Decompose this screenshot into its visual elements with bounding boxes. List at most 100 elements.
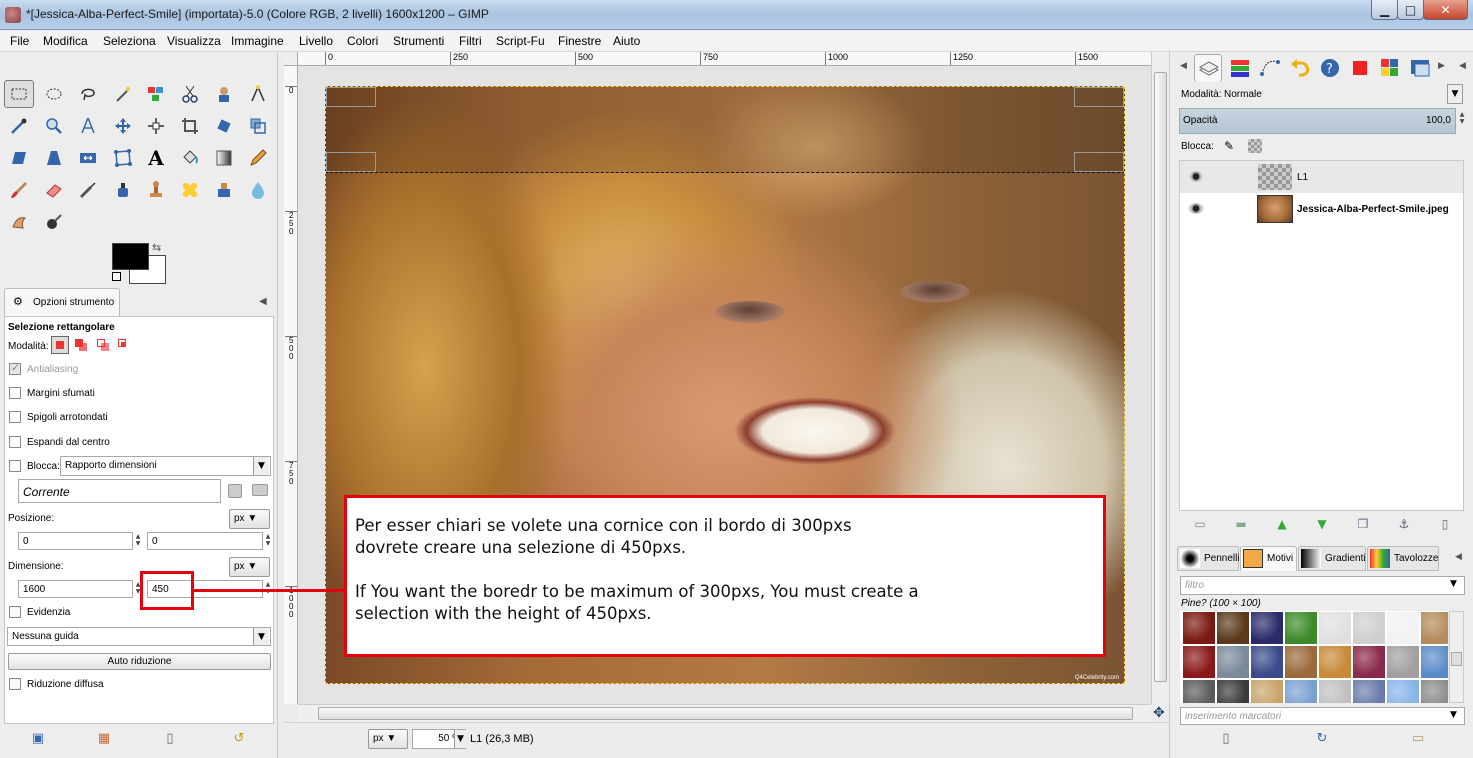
opacity-spinner[interactable]: ▲ ▼ xyxy=(1458,111,1466,125)
pattern-swatch[interactable] xyxy=(1183,680,1215,703)
mode-subtract-button[interactable] xyxy=(94,336,112,354)
landscape-icon[interactable] xyxy=(252,484,268,496)
swap-colors-icon[interactable]: ⇆ xyxy=(152,241,161,254)
select-by-color-tool-icon[interactable] xyxy=(141,80,171,108)
tab-channels[interactable] xyxy=(1226,54,1254,82)
pattern-scroll-thumb[interactable] xyxy=(1451,652,1462,666)
mode-intersect-button[interactable] xyxy=(115,336,133,354)
visibility-eye-icon[interactable] xyxy=(1188,171,1204,182)
eraser-tool-icon[interactable] xyxy=(39,176,69,204)
tab-layers[interactable] xyxy=(1194,54,1222,82)
scissors-tool-icon[interactable] xyxy=(175,80,205,108)
pattern-swatch[interactable] xyxy=(1387,612,1419,644)
zoom-tool-icon[interactable] xyxy=(39,112,69,140)
rounded-corners-checkbox[interactable] xyxy=(9,411,21,423)
maximize-button[interactable]: □ xyxy=(1397,0,1424,20)
status-unit-select[interactable]: px ▼ xyxy=(368,729,408,749)
height-spinner[interactable]: ▲▼ xyxy=(264,581,272,595)
menu-aiuto[interactable]: Aiuto xyxy=(613,34,640,48)
rectangle-selection[interactable] xyxy=(325,86,1125,173)
pattern-swatch[interactable] xyxy=(1319,646,1351,678)
selection-handle-bottom-left[interactable] xyxy=(326,152,376,172)
anchor-layer-icon[interactable]: ⚓ xyxy=(1396,517,1412,533)
pattern-swatch[interactable] xyxy=(1387,680,1419,703)
menu-seleziona[interactable]: Seleziona xyxy=(103,34,156,48)
move-tool-icon[interactable] xyxy=(108,112,138,140)
perspective-tool-icon[interactable] xyxy=(39,144,69,172)
pattern-swatch[interactable] xyxy=(1319,680,1351,703)
expand-from-center-checkbox[interactable] xyxy=(9,436,21,448)
lasso-tool-icon[interactable] xyxy=(73,80,103,108)
vertical-scrollbar[interactable] xyxy=(1151,52,1169,704)
pattern-swatch[interactable] xyxy=(1183,646,1215,678)
tab-patterns[interactable]: Motivi xyxy=(1240,546,1297,571)
pattern-swatch[interactable] xyxy=(1353,646,1385,678)
perspective-clone-tool-icon[interactable] xyxy=(209,176,239,204)
duplicate-layer-icon[interactable]: ❐ xyxy=(1355,517,1371,533)
auto-shrink-button[interactable]: Auto riduzione xyxy=(8,653,271,670)
shrink-merged-checkbox[interactable] xyxy=(9,678,21,690)
delete-pattern-icon[interactable]: ▯ xyxy=(1218,731,1234,747)
pattern-swatch[interactable] xyxy=(1251,680,1283,703)
delete-layer-icon[interactable]: ▯ xyxy=(1437,517,1453,533)
new-layer-group-icon[interactable]: ▬ xyxy=(1233,517,1249,533)
dock-menu-icon[interactable]: ◀ xyxy=(1459,61,1466,71)
menu-livello[interactable]: Livello xyxy=(299,34,333,48)
pattern-swatch[interactable] xyxy=(1251,612,1283,644)
refresh-patterns-icon[interactable]: ↻ xyxy=(1314,731,1330,747)
pattern-swatch[interactable] xyxy=(1353,612,1385,644)
bucket-fill-tool-icon[interactable] xyxy=(175,144,205,172)
reset-options-icon[interactable]: ↺ xyxy=(231,731,247,747)
fixed-mode-select[interactable]: Rapporto dimensioni xyxy=(60,456,271,476)
paintbrush-tool-icon[interactable] xyxy=(4,176,34,204)
text-tool-icon[interactable]: A xyxy=(141,144,171,172)
pattern-swatch[interactable] xyxy=(1285,612,1317,644)
horizontal-ruler[interactable]: 0 250 500 750 1000 1250 1500 xyxy=(298,52,1151,66)
flip-tool-icon[interactable] xyxy=(73,144,103,172)
smudge-tool-icon[interactable] xyxy=(4,208,34,236)
ellipse-select-tool-icon[interactable] xyxy=(39,80,69,108)
save-options-icon[interactable]: ▣ xyxy=(30,731,46,747)
pattern-filter-input[interactable]: filtro xyxy=(1180,576,1465,595)
close-button[interactable]: ✕ xyxy=(1423,0,1468,20)
blend-tool-icon[interactable] xyxy=(209,144,239,172)
pattern-swatch[interactable] xyxy=(1217,646,1249,678)
pattern-scrollbar[interactable] xyxy=(1449,611,1464,703)
horizontal-scroll-thumb[interactable] xyxy=(318,707,1133,720)
layer-row[interactable]: Jessica-Alba-Perfect-Smile.jpeg xyxy=(1180,193,1463,225)
layer-row[interactable]: L1 xyxy=(1180,161,1463,193)
chevron-down-icon[interactable]: ▼ xyxy=(1450,579,1457,589)
restore-options-icon[interactable]: ▦ xyxy=(96,731,112,747)
selection-handle-bottom-right[interactable] xyxy=(1074,152,1124,172)
mode-replace-button[interactable] xyxy=(51,336,69,354)
position-unit-select[interactable]: px ▼ xyxy=(229,509,270,529)
mode-add-button[interactable] xyxy=(72,336,90,354)
tag-input[interactable]: inserimento marcatori xyxy=(1180,707,1465,725)
pattern-swatch[interactable] xyxy=(1285,680,1317,703)
crop-tool-icon[interactable] xyxy=(175,112,205,140)
highlight-checkbox[interactable] xyxy=(9,606,21,618)
pencil-tool-icon[interactable] xyxy=(243,144,273,172)
reset-colors-icon[interactable] xyxy=(112,272,121,281)
size-unit-select[interactable]: px ▼ xyxy=(229,557,270,577)
ink-tool-icon[interactable] xyxy=(108,176,138,204)
foreground-select-tool-icon[interactable] xyxy=(209,80,239,108)
tab-help[interactable]: ? xyxy=(1316,54,1344,82)
ruler-corner[interactable] xyxy=(284,52,298,66)
blur-tool-icon[interactable] xyxy=(243,176,273,204)
selection-handle-top-right[interactable] xyxy=(1074,87,1124,107)
minimize-button[interactable]: ▁ xyxy=(1371,0,1398,20)
color-picker-tool-icon[interactable] xyxy=(4,112,34,140)
pattern-swatch[interactable] xyxy=(1353,680,1385,703)
selection-handle-top-left[interactable] xyxy=(326,87,376,107)
menu-filtri[interactable]: Filtri xyxy=(459,34,482,48)
new-layer-icon[interactable]: ▭ xyxy=(1192,517,1208,533)
dock-scroll-right-icon[interactable]: ▶ xyxy=(1438,61,1445,71)
fixed-checkbox[interactable] xyxy=(9,460,21,472)
horizontal-scrollbar[interactable] xyxy=(298,704,1151,722)
lock-alpha-icon[interactable] xyxy=(1248,139,1262,153)
pattern-swatch[interactable] xyxy=(1319,612,1351,644)
open-pattern-folder-icon[interactable]: ▭ xyxy=(1410,731,1426,747)
chevron-down-icon[interactable]: ▼ xyxy=(454,730,466,748)
portrait-icon[interactable] xyxy=(228,484,242,498)
